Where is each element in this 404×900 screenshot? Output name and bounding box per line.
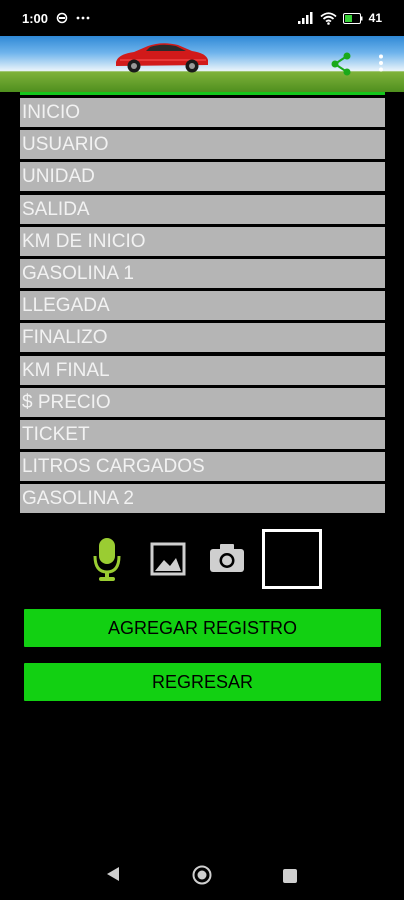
field-salida[interactable]: SALIDA <box>20 194 385 224</box>
field-usuario[interactable]: USUARIO <box>20 130 385 160</box>
more-vert-icon[interactable] <box>378 54 384 77</box>
back-button[interactable]: REGRESAR <box>24 663 381 701</box>
microphone-icon[interactable] <box>92 536 122 584</box>
status-time: 1:00 <box>22 10 49 26</box>
share-icon[interactable] <box>330 52 352 81</box>
app-header-banner <box>0 36 404 92</box>
photo-preview-box[interactable] <box>262 529 322 589</box>
field-gasolina-1[interactable]: GASOLINA 1 <box>20 258 385 288</box>
more-notifications-icon <box>76 16 90 20</box>
battery-level: 41 <box>368 11 382 25</box>
car-logo <box>112 38 212 79</box>
nav-back-icon[interactable] <box>106 866 120 887</box>
field-list: INICIO USUARIO UNIDAD SALIDA KM DE INICI… <box>20 98 385 516</box>
header-divider <box>20 92 385 95</box>
field-unidad[interactable]: UNIDAD <box>20 162 385 192</box>
camera-icon[interactable] <box>208 542 246 574</box>
system-nav-bar <box>0 850 404 900</box>
signal-icon <box>297 12 314 24</box>
status-left: 1:00 <box>22 11 90 26</box>
nav-recents-icon[interactable] <box>283 869 297 888</box>
field-litros-cargados[interactable]: LITROS CARGADOS <box>20 452 385 482</box>
media-tools <box>0 528 404 590</box>
field-km-inicio[interactable]: KM DE INICIO <box>20 226 385 256</box>
field-km-final[interactable]: KM FINAL <box>20 355 385 385</box>
nav-home-icon[interactable] <box>192 865 212 890</box>
field-precio[interactable]: $ PRECIO <box>20 387 385 417</box>
status-bar: 1:00 41 <box>0 0 404 36</box>
field-llegada[interactable]: LLEGADA <box>20 291 385 321</box>
wifi-icon <box>320 11 337 25</box>
field-ticket[interactable]: TICKET <box>20 419 385 449</box>
battery-icon <box>342 12 363 24</box>
field-gasolina-2[interactable]: GASOLINA 2 <box>20 484 385 514</box>
sync-status-icon <box>56 12 68 24</box>
image-gallery-icon[interactable] <box>150 542 186 576</box>
status-right: 41 <box>297 11 382 25</box>
add-record-button[interactable]: AGREGAR REGISTRO <box>24 609 381 647</box>
field-inicio[interactable]: INICIO <box>20 98 385 127</box>
field-finalizo[interactable]: FINALIZO <box>20 323 385 353</box>
